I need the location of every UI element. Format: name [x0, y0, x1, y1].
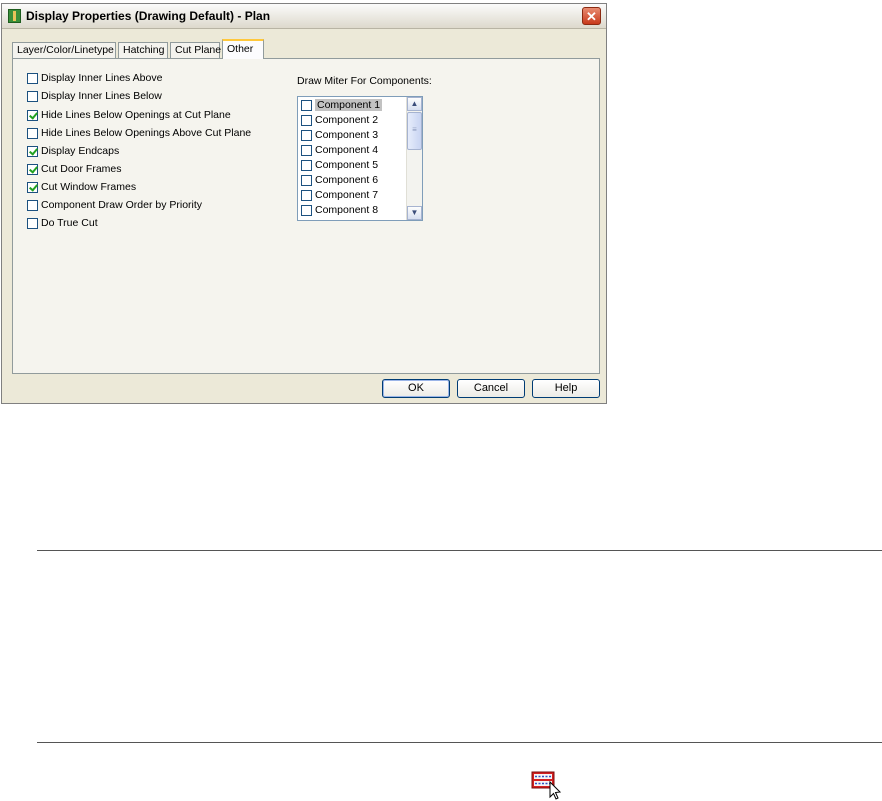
- option-component-draw-order-by-priority[interactable]: Component Draw Order by Priority: [27, 199, 202, 213]
- tab-hatching[interactable]: Hatching: [118, 42, 168, 58]
- checkbox[interactable]: [301, 189, 312, 201]
- help-button[interactable]: Help: [532, 379, 600, 398]
- other-tab-panel: Display Inner Lines Above Display Inner …: [12, 58, 600, 374]
- checkbox[interactable]: [301, 129, 312, 141]
- scroll-down-icon[interactable]: ▼: [407, 206, 422, 220]
- list-item-component-4[interactable]: Component 4: [301, 144, 378, 158]
- option-hide-lines-below-openings-at-cut-plane[interactable]: Hide Lines Below Openings at Cut Plane: [27, 109, 231, 123]
- checkbox[interactable]: [301, 144, 312, 156]
- checkbox[interactable]: [301, 159, 312, 171]
- list-item-component-7[interactable]: Component 7: [301, 189, 378, 203]
- checkbox[interactable]: [301, 204, 312, 216]
- checkbox[interactable]: [27, 163, 38, 175]
- close-button[interactable]: ✕: [582, 7, 601, 25]
- list-item-component-5[interactable]: Component 5: [301, 159, 378, 173]
- checkbox[interactable]: [27, 72, 38, 84]
- checkbox[interactable]: [301, 114, 312, 126]
- list-item-component-8[interactable]: Component 8: [301, 204, 378, 218]
- draw-miter-label: Draw Miter For Components:: [297, 75, 432, 87]
- tab-layer-color-linetype[interactable]: Layer/Color/Linetype: [12, 42, 116, 58]
- option-display-inner-lines-below[interactable]: Display Inner Lines Below: [27, 90, 162, 104]
- ok-button[interactable]: OK: [382, 379, 450, 398]
- option-display-inner-lines-above[interactable]: Display Inner Lines Above: [27, 72, 162, 86]
- option-display-endcaps[interactable]: Display Endcaps: [27, 145, 119, 159]
- list-item-component-3[interactable]: Component 3: [301, 129, 378, 143]
- checkbox[interactable]: [301, 174, 312, 186]
- checkbox[interactable]: [27, 109, 38, 121]
- checkbox[interactable]: [27, 181, 38, 193]
- list-item-component-6[interactable]: Component 6: [301, 174, 378, 188]
- divider-line: [37, 742, 882, 743]
- miter-components-list[interactable]: Component 1 Component 2 Component 3 Comp…: [297, 96, 423, 221]
- option-cut-door-frames[interactable]: Cut Door Frames: [27, 163, 122, 177]
- title-bar[interactable]: Display Properties (Drawing Default) - P…: [2, 4, 606, 29]
- display-properties-icon: [8, 9, 21, 23]
- cancel-button[interactable]: Cancel: [457, 379, 525, 398]
- divider-line: [37, 550, 882, 551]
- list-scrollbar[interactable]: ▲ ≡ ▼: [406, 97, 422, 220]
- option-hide-lines-below-openings-above-cut-plane[interactable]: Hide Lines Below Openings Above Cut Plan…: [27, 127, 251, 141]
- scroll-up-icon[interactable]: ▲: [407, 97, 422, 111]
- dialog-title: Display Properties (Drawing Default) - P…: [26, 9, 271, 23]
- checkbox[interactable]: [27, 127, 38, 139]
- option-do-true-cut[interactable]: Do True Cut: [27, 217, 98, 231]
- scroll-thumb[interactable]: ≡: [407, 112, 422, 150]
- checkbox[interactable]: [27, 199, 38, 211]
- tab-cut-plane[interactable]: Cut Plane: [170, 42, 221, 58]
- checkbox[interactable]: [27, 145, 38, 157]
- checkbox[interactable]: [27, 217, 38, 229]
- list-item-component-2[interactable]: Component 2: [301, 114, 378, 128]
- list-item-component-1[interactable]: Component 1: [301, 99, 383, 113]
- checkbox[interactable]: [301, 99, 312, 111]
- display-properties-dialog: Display Properties (Drawing Default) - P…: [1, 3, 607, 404]
- tab-other[interactable]: Other: [222, 39, 264, 59]
- checkbox[interactable]: [27, 90, 38, 102]
- option-cut-window-frames[interactable]: Cut Window Frames: [27, 181, 136, 195]
- edit-display-properties-icon: [531, 771, 562, 800]
